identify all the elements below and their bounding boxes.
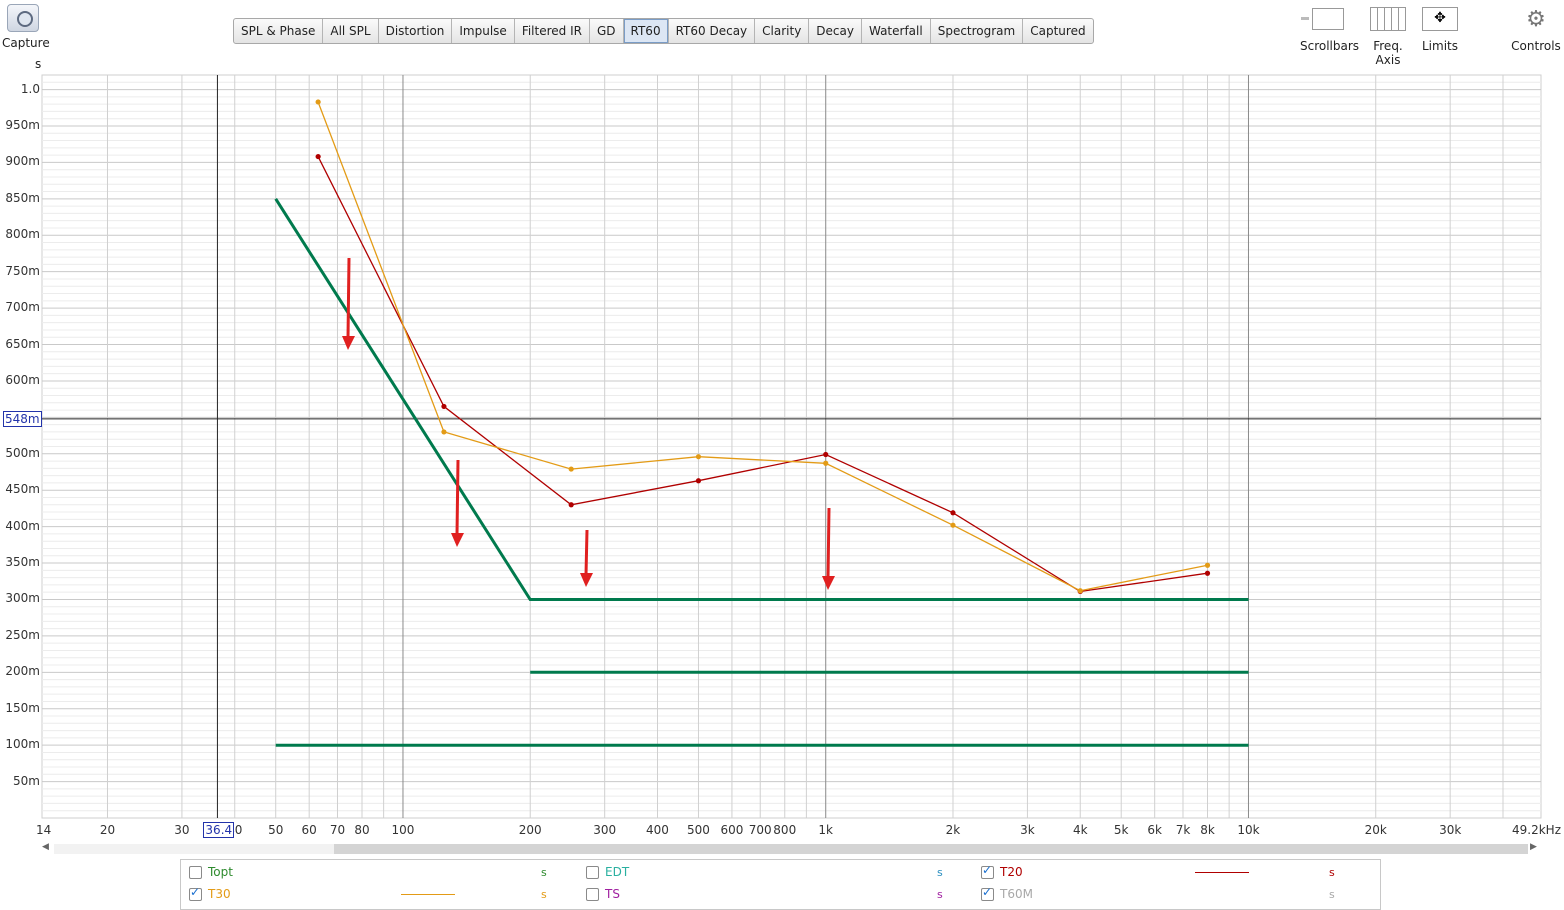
x-tick-label: 70 [329, 823, 346, 837]
y-tick-label: 850m [5, 190, 40, 205]
t30-point [568, 466, 574, 472]
legend-item-topt[interactable]: Topt [189, 865, 233, 879]
y-tick-label: 50m [13, 773, 40, 788]
horizontal-scrollbar[interactable]: ◀ ▶ [42, 842, 1542, 856]
scrollbar-thumb[interactable] [334, 844, 1528, 854]
t30-point [441, 429, 447, 435]
t30-point [823, 460, 829, 466]
t20-point [441, 403, 447, 410]
x-tick-label: 800 [773, 823, 797, 837]
t30-point [950, 522, 956, 528]
legend-item-t20[interactable]: T20 [981, 863, 1023, 879]
x-tick-label: 1k [818, 823, 834, 837]
x-tick-label: 200 [518, 823, 542, 837]
x-tick-label: 10k [1237, 823, 1260, 837]
x-tick-label: 30 [174, 823, 190, 837]
legend-unit: s [541, 866, 547, 879]
scroll-left-icon[interactable]: ◀ [42, 842, 49, 852]
legend-unit: s [937, 866, 943, 879]
y-tick-label: 250m [5, 627, 40, 642]
y-tick-label: 200m [5, 664, 40, 679]
legend-checkbox[interactable] [981, 885, 994, 901]
y-tick-label: 600m [5, 372, 40, 387]
y-tick-label: 900m [5, 154, 40, 169]
x-tick-label: 300 [593, 823, 617, 837]
x-tick-label: 20k [1364, 823, 1387, 837]
y-tick-label: 100m [5, 737, 40, 752]
y-tick-label: 800m [5, 227, 40, 242]
x-tick-label: 60 [301, 823, 317, 837]
cursor-y-readout: 548m [3, 410, 42, 427]
y-tick-label: 300m [5, 591, 40, 606]
y-tick-label: 1.0 [20, 81, 40, 96]
x-tick-label: 100 [391, 823, 415, 837]
legend-unit: s [541, 888, 547, 901]
annotation-arrow [584, 529, 589, 576]
t30-point [1204, 562, 1211, 568]
legend-unit: s [1329, 888, 1335, 901]
legend-checkbox[interactable] [189, 865, 202, 879]
x-tick-label: 7k [1175, 823, 1191, 837]
legend-swatch [401, 894, 455, 895]
t20-point [695, 478, 702, 484]
y-tick-label: 950m [5, 117, 40, 132]
t20-point [568, 502, 574, 508]
annotation-arrow [826, 507, 831, 579]
t30-point [315, 99, 321, 105]
x-tick-label: 600 [720, 823, 744, 837]
y-tick-label: 450m [5, 482, 40, 497]
x-tick-label: 49.2kHz [1512, 823, 1561, 837]
t20-point [315, 153, 321, 160]
legend-item-t60m[interactable]: T60M [981, 885, 1033, 901]
x-tick-label: 30k [1439, 823, 1462, 837]
x-tick-label: 2k [945, 823, 961, 837]
y-tick-label: 150m [5, 700, 40, 715]
y-tick-label: 750m [5, 263, 40, 278]
rt60-plot[interactable] [0, 0, 1564, 908]
legend-checkbox[interactable] [586, 887, 599, 901]
legend-checkbox[interactable] [189, 885, 202, 901]
x-tick-label: 400 [646, 823, 669, 837]
legend-label: TS [605, 887, 620, 901]
t30-point [1077, 588, 1083, 594]
legend-label: Topt [208, 865, 233, 879]
cursor-x-readout: 36.4 [203, 822, 235, 838]
annotation-arrow [346, 257, 351, 339]
legend-item-ts[interactable]: TS [586, 887, 620, 901]
t20-point [823, 451, 829, 458]
legend-unit: s [937, 888, 943, 901]
annotation-arrow [455, 459, 460, 536]
legend-unit: s [1329, 866, 1335, 879]
y-tick-label: 350m [5, 555, 40, 570]
x-tick-label: 50 [268, 823, 284, 837]
x-tick-label: 6k [1147, 823, 1162, 837]
legend-checkbox[interactable] [586, 865, 599, 879]
x-tick-label: 500 [687, 823, 710, 837]
x-tick-label: 700 [748, 823, 772, 837]
y-tick-label: 400m [5, 518, 40, 533]
y-tick-label: 500m [5, 445, 40, 460]
legend-label: T30 [208, 887, 231, 901]
legend-checkbox[interactable] [981, 863, 994, 879]
legend-label: T20 [1000, 865, 1023, 879]
scroll-right-icon[interactable]: ▶ [1530, 842, 1537, 852]
legend-item-edt[interactable]: EDT [586, 865, 629, 879]
x-tick-label: 8k [1200, 823, 1215, 837]
legend-label: EDT [605, 865, 630, 879]
t30-point [695, 454, 702, 460]
t20-point [950, 510, 956, 516]
y-tick-label: 700m [5, 300, 40, 315]
x-tick-label: 4k [1072, 823, 1088, 837]
x-tick-label: 3k [1020, 823, 1035, 837]
x-tick-label: 80 [354, 823, 370, 837]
legend-label: T60M [1000, 887, 1033, 901]
t20-point [1204, 570, 1211, 576]
legend-panel: Topt s EDT s T20 s T30 s TS s T60M s [180, 859, 1381, 910]
x-tick-label: 14 [36, 823, 52, 837]
legend-item-t30[interactable]: T30 [189, 885, 231, 901]
x-tick-label: 5k [1113, 823, 1129, 837]
x-tick-label: 20 [99, 823, 116, 837]
legend-swatch [1195, 872, 1249, 873]
y-tick-label: 650m [5, 336, 40, 351]
